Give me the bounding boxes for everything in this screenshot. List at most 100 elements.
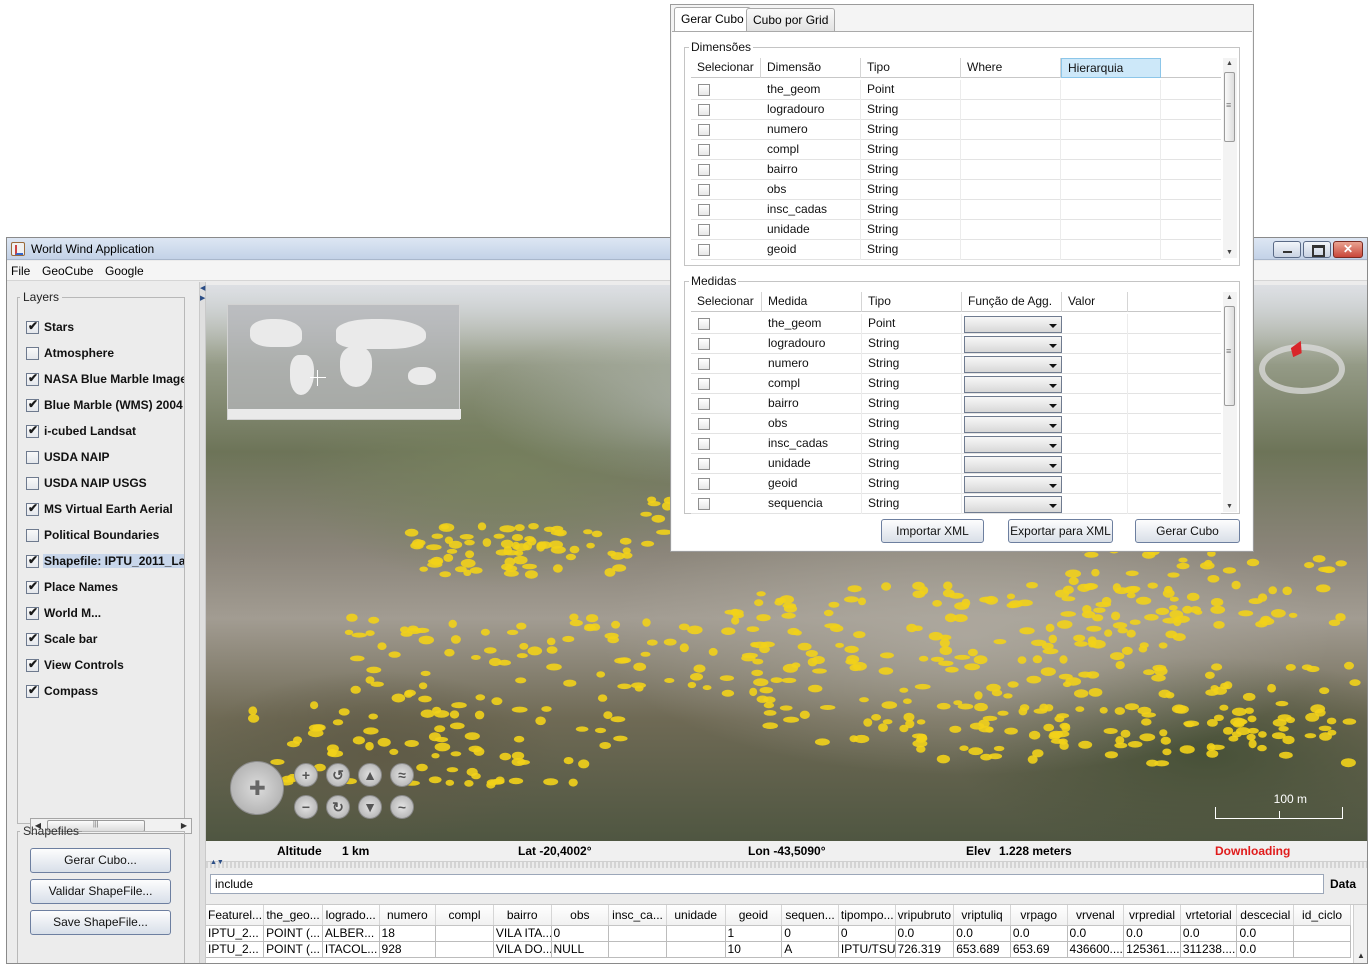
table-cell[interactable]: NULL	[551, 941, 610, 958]
rotate-right-icon[interactable]: ↻	[326, 795, 350, 819]
tilt-up-icon[interactable]: ▲	[358, 763, 382, 787]
select-checkbox[interactable]	[698, 458, 710, 470]
layer-checkbox[interactable]	[26, 657, 39, 672]
table-cell[interactable]: VILA ITA...	[493, 925, 552, 942]
table-cell[interactable]: ITACOL...	[322, 941, 380, 958]
select-checkbox[interactable]	[698, 398, 710, 410]
layer-checkbox[interactable]	[26, 371, 39, 386]
scroll-up-icon[interactable]: ▲	[1226, 60, 1233, 67]
table-cell[interactable]: POINT (...	[263, 925, 323, 942]
table-cell[interactable]: A	[781, 941, 839, 958]
table-cell[interactable]	[435, 925, 494, 942]
value-cell[interactable]	[1062, 334, 1128, 354]
layer-checkbox[interactable]	[26, 501, 39, 516]
select-checkbox[interactable]	[698, 144, 710, 156]
table-cell[interactable]: 1	[725, 925, 783, 942]
select-checkbox[interactable]	[698, 318, 710, 330]
table-cell[interactable]	[608, 941, 667, 958]
layer-item[interactable]: MS Virtual Earth Aerial	[26, 500, 184, 520]
hierarquia-cell[interactable]	[1061, 220, 1161, 240]
layer-checkbox[interactable]	[26, 423, 39, 438]
column-header[interactable]: Selecionar	[691, 292, 762, 312]
table-cell[interactable]: 10	[725, 941, 783, 958]
table-cell[interactable]: 436600....	[1067, 941, 1125, 958]
where-cell[interactable]	[961, 100, 1061, 120]
select-checkbox[interactable]	[698, 438, 710, 450]
hierarquia-cell[interactable]	[1061, 160, 1161, 180]
select-checkbox[interactable]	[698, 124, 710, 136]
tab-cubo-por-grid[interactable]: Cubo por Grid	[746, 8, 836, 31]
table-cell[interactable]	[666, 925, 726, 942]
where-cell[interactable]	[961, 200, 1061, 220]
layer-checkbox[interactable]	[26, 683, 39, 698]
value-cell[interactable]	[1062, 314, 1128, 334]
aggregation-dropdown[interactable]	[964, 496, 1062, 513]
table-column-header[interactable]: vripubruto	[895, 905, 955, 926]
select-checkbox[interactable]	[698, 104, 710, 116]
dimensions-scrollbar[interactable]: ▲ ▼	[1223, 58, 1237, 258]
zoom-in-icon[interactable]: +	[294, 763, 318, 787]
value-cell[interactable]	[1062, 354, 1128, 374]
measures-scrollbar[interactable]: ▲ ▼	[1223, 292, 1237, 512]
where-cell[interactable]	[961, 160, 1061, 180]
zoom-out-icon[interactable]: −	[294, 795, 318, 819]
table-cell[interactable]: ALBER...	[322, 925, 380, 942]
layer-item[interactable]: Blue Marble (WMS) 2004	[26, 396, 184, 416]
table-cell[interactable]	[1293, 941, 1351, 958]
table-cell[interactable]: 0.0	[1010, 925, 1068, 942]
where-cell[interactable]	[961, 180, 1061, 200]
where-cell[interactable]	[961, 140, 1061, 160]
world-map-overview[interactable]	[227, 304, 461, 420]
tab-gerar-cubo[interactable]: Gerar Cubo	[674, 7, 751, 32]
hierarquia-cell[interactable]	[1061, 140, 1161, 160]
table-column-header[interactable]: unidade	[666, 905, 726, 926]
hierarquia-cell[interactable]	[1061, 100, 1161, 120]
hierarquia-cell[interactable]	[1061, 120, 1161, 140]
vertical-exaggeration-down-icon[interactable]: ~	[390, 795, 414, 819]
vertical-splitter[interactable]: ◀ ▶	[199, 282, 206, 963]
minimize-button[interactable]	[1273, 241, 1301, 258]
aggregation-dropdown[interactable]	[964, 436, 1062, 453]
table-cell[interactable]: 653.69	[1010, 941, 1068, 958]
value-cell[interactable]	[1062, 414, 1128, 434]
layer-item[interactable]: Scale bar	[26, 630, 184, 650]
hierarquia-cell[interactable]	[1061, 200, 1161, 220]
layer-item[interactable]: Atmosphere	[26, 344, 184, 364]
select-checkbox[interactable]	[698, 498, 710, 510]
table-column-header[interactable]: sequen...	[781, 905, 839, 926]
scrollbar-thumb[interactable]	[1224, 306, 1235, 406]
layer-checkbox[interactable]	[26, 477, 39, 490]
gerar-cubo-button[interactable]: Gerar Cubo...	[30, 848, 171, 873]
layer-checkbox[interactable]	[26, 631, 39, 646]
layer-item[interactable]: Political Boundaries	[26, 526, 184, 546]
scroll-up-icon[interactable]: ▲	[1226, 294, 1233, 301]
value-cell[interactable]	[1062, 454, 1128, 474]
aggregation-dropdown[interactable]	[964, 376, 1062, 393]
table-column-header[interactable]: obs	[551, 905, 610, 926]
aggregation-dropdown[interactable]	[964, 416, 1062, 433]
value-cell[interactable]	[1062, 374, 1128, 394]
scrollbar-thumb[interactable]	[1224, 72, 1235, 142]
layer-item[interactable]: i-cubed Landsat	[26, 422, 184, 442]
save-shapefile-button[interactable]: Save ShapeFile...	[30, 910, 171, 935]
table-vertical-scrollbar[interactable]: ▲	[1353, 905, 1367, 963]
column-header[interactable]: Tipo	[861, 58, 961, 78]
menu-geocube[interactable]: GeoCube	[42, 264, 93, 278]
table-cell[interactable]: VILA DO...	[493, 941, 552, 958]
table-cell[interactable]	[666, 941, 726, 958]
layer-item[interactable]: View Controls	[26, 656, 184, 676]
layer-checkbox[interactable]	[26, 553, 39, 568]
importar-xml-button[interactable]: Importar XML	[881, 519, 984, 543]
column-header[interactable]: Função de Agg.	[962, 292, 1062, 312]
hierarquia-cell[interactable]	[1061, 180, 1161, 200]
layer-checkbox[interactable]	[26, 529, 39, 542]
gerar-cubo-dialog-button[interactable]: Gerar Cubo	[1135, 519, 1240, 543]
table-column-header[interactable]: vrvenal	[1067, 905, 1125, 926]
filter-input[interactable]	[210, 874, 1324, 894]
layer-checkbox[interactable]	[26, 605, 39, 620]
select-checkbox[interactable]	[698, 478, 710, 490]
table-column-header[interactable]: Featurel...	[206, 905, 265, 926]
column-header[interactable]: Selecionar	[691, 58, 761, 78]
hierarquia-cell[interactable]	[1061, 240, 1161, 260]
value-cell[interactable]	[1062, 474, 1128, 494]
